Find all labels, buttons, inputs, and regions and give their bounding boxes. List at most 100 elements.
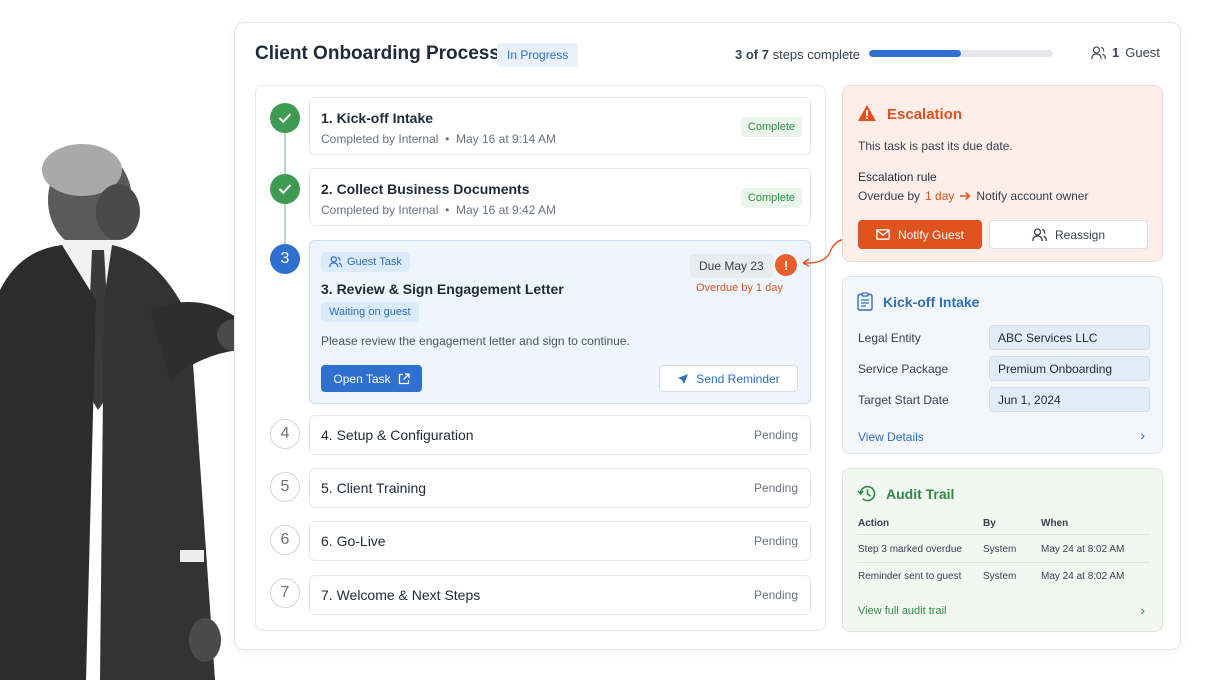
divider [857, 534, 1150, 535]
waiting-badge: Waiting on guest [321, 302, 419, 322]
guest-task-label: Guest Task [347, 256, 402, 268]
step-title: 2. Collect Business Documents [321, 181, 530, 197]
open-task-label: Open Task [333, 371, 391, 386]
steps-list: 1. Kick-off Intake Completed by Internal… [255, 85, 826, 631]
step-1-check-icon [270, 103, 300, 133]
service-package-field[interactable]: Premium Onboarding [989, 356, 1150, 381]
intake-card: Kick-off Intake Legal Entity ABC Service… [842, 276, 1163, 454]
step-7-card[interactable]: 7. Welcome & Next Steps Pending [309, 575, 811, 615]
chevron-right-icon[interactable]: › [1140, 602, 1145, 618]
field-label: Service Package [858, 362, 949, 376]
warning-icon [858, 105, 876, 121]
audit-by: System [983, 571, 1017, 582]
external-link-icon [398, 372, 410, 384]
rule-prefix: Overdue by [858, 189, 921, 203]
users-icon [329, 256, 342, 268]
send-icon [678, 373, 689, 384]
step-3-marker: 3 [270, 244, 300, 274]
separator: • [445, 203, 450, 217]
open-task-button[interactable]: Open Task [321, 365, 422, 392]
users-icon [1032, 227, 1047, 241]
step-7-marker: 7 [270, 578, 300, 608]
rule-action: Notify account owner [976, 189, 1089, 203]
step-title: 7. Welcome & Next Steps [321, 587, 481, 603]
step-title: 1. Kick-off Intake [321, 110, 434, 126]
step-completed-by: Completed by Internal [321, 132, 439, 146]
send-reminder-button[interactable]: Send Reminder [659, 365, 798, 392]
guest-task-tag: Guest Task [321, 252, 410, 272]
send-reminder-label: Send Reminder [696, 371, 780, 386]
audit-action: Step 3 marked overdue [858, 544, 962, 555]
step-1-card[interactable]: 1. Kick-off Intake Completed by Internal… [309, 97, 811, 155]
view-audit-trail-link[interactable]: View full audit trail [858, 605, 946, 617]
progress-suffix: steps complete [768, 47, 861, 62]
complete-badge: Complete [740, 117, 802, 137]
step-2-check-icon [270, 174, 300, 204]
pending-status: Pending [753, 481, 798, 495]
step-timestamp: May 16 at 9:42 AM [455, 203, 557, 217]
step-4-card[interactable]: 4. Setup & Configuration Pending [309, 415, 811, 455]
column-header-by: By [983, 518, 996, 529]
separator: • [445, 132, 450, 146]
audit-when: May 24 at 8:02 AM [1041, 544, 1125, 555]
field-label: Target Start Date [858, 393, 949, 407]
audit-by: System [983, 544, 1017, 555]
history-icon [857, 485, 876, 502]
status-badge: In Progress [497, 43, 579, 67]
guest-count[interactable]: 1 Guest [1091, 45, 1160, 60]
reassign-button[interactable]: Reassign [989, 220, 1148, 249]
reassign-label: Reassign [1054, 227, 1106, 242]
pending-status: Pending [753, 428, 798, 442]
divider [857, 562, 1150, 563]
chevron-right-icon[interactable]: › [1140, 427, 1145, 443]
progress-fill [869, 50, 961, 57]
step-title: 6. Go-Live [321, 533, 386, 549]
page-title: Client Onboarding Process [255, 43, 500, 64]
notify-guest-button[interactable]: Notify Guest [858, 220, 982, 249]
step-title: 3. Review & Sign Engagement Letter [321, 281, 564, 297]
step-6-marker: 6 [270, 525, 300, 555]
rule-value: 1 day [925, 189, 955, 203]
alert-icon: ! [775, 254, 797, 276]
guest-count-value: 1 [1112, 45, 1120, 60]
step-title: 5. Client Training [321, 480, 427, 496]
step-6-card[interactable]: 6. Go-Live Pending [309, 521, 811, 561]
step-2-card[interactable]: 2. Collect Business Documents Completed … [309, 168, 811, 226]
column-header-when: When [1041, 518, 1069, 529]
mail-icon [876, 229, 890, 240]
audit-action: Reminder sent to guest [858, 571, 962, 582]
audit-trail-card: Audit Trail Action By When Step 3 marked… [842, 468, 1163, 632]
step-5-card[interactable]: 5. Client Training Pending [309, 468, 811, 508]
step-timestamp: May 16 at 9:14 AM [455, 132, 557, 146]
step-4-marker: 4 [270, 419, 300, 449]
step-5-marker: 5 [270, 472, 300, 502]
progress-bar [869, 50, 1053, 57]
step-title: 4. Setup & Configuration [321, 427, 474, 443]
target-start-date-field[interactable]: Jun 1, 2024 [989, 387, 1150, 412]
step-3-card[interactable]: Guest Task 3. Review & Sign Engagement L… [309, 240, 811, 404]
audit-title: Audit Trail [886, 486, 955, 502]
users-icon [1091, 45, 1106, 59]
notify-guest-label: Notify Guest [897, 227, 965, 242]
intake-title: Kick-off Intake [883, 294, 980, 310]
progress-count: 3 of 7 [735, 47, 769, 62]
escalation-title: Escalation [887, 106, 963, 123]
field-label: Legal Entity [858, 331, 921, 345]
step-description: Please review the engagement letter and … [321, 334, 630, 348]
escalation-card: Escalation This task is past its due dat… [842, 85, 1163, 262]
legal-entity-field[interactable]: ABC Services LLC [989, 325, 1150, 350]
step-completed-by: Completed by Internal [321, 203, 439, 217]
onboarding-panel: Client Onboarding Process In Progress 3 … [234, 22, 1181, 650]
column-header-action: Action [858, 518, 890, 529]
due-date-badge: Due May 23 [690, 254, 773, 278]
escalation-rule: Overdue by 1 day Notify account owner [858, 189, 1088, 203]
step-subtitle: Completed by Internal • May 16 at 9:14 A… [321, 132, 556, 146]
guest-count-label: Guest [1125, 45, 1160, 60]
pending-status: Pending [753, 588, 798, 602]
escalation-message: This task is past its due date. [858, 139, 1013, 153]
overdue-text: Overdue by 1 day [696, 282, 783, 294]
arrow-right-icon [960, 191, 972, 201]
view-details-link[interactable]: View Details [858, 430, 924, 444]
progress-text: 3 of 7 steps complete [735, 47, 860, 62]
escalation-rule-label: Escalation rule [858, 170, 937, 184]
